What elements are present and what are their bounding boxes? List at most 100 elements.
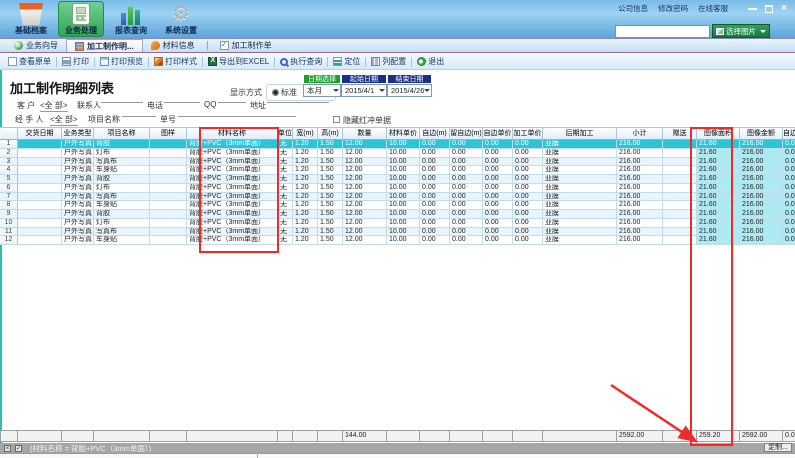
table-cell[interactable]: 216.00 xyxy=(617,158,663,167)
row-number[interactable]: 3 xyxy=(0,158,18,167)
table-cell[interactable]: 0.00 xyxy=(420,140,450,149)
table-cell[interactable]: 户外写真 xyxy=(62,166,94,175)
column-header[interactable]: 图像面积 xyxy=(697,127,740,140)
table-cell[interactable]: 无 xyxy=(278,236,293,245)
table-cell[interactable]: 0.00 xyxy=(513,228,543,237)
table-cell[interactable]: 0.00 xyxy=(783,149,795,158)
table-cell[interactable]: 背胶+PVC（3mm单面） xyxy=(187,175,278,184)
table-cell[interactable]: 亚膜 xyxy=(543,175,617,184)
table-cell[interactable]: 0.00 xyxy=(783,201,795,210)
table-cell[interactable]: 写真布 xyxy=(94,228,150,237)
table-row[interactable]: 1户外写真背胶背胶+PVC（3mm单面）无1.201.5012.0010.000… xyxy=(0,140,795,149)
table-cell[interactable]: 0.00 xyxy=(513,236,543,245)
row-number[interactable]: 1 xyxy=(0,140,18,149)
table-cell[interactable]: 无 xyxy=(278,140,293,149)
table-cell[interactable]: 10.00 xyxy=(387,193,420,202)
table-cell[interactable]: 216.00 xyxy=(617,193,663,202)
toolbar-button-search[interactable]: 执行查询 xyxy=(276,56,326,67)
table-cell[interactable]: 0.00 xyxy=(420,201,450,210)
table-cell[interactable] xyxy=(663,149,697,158)
table-cell[interactable]: 12.00 xyxy=(343,149,387,158)
table-cell[interactable]: 背胶+PVC（3mm单面） xyxy=(187,201,278,210)
table-cell[interactable]: 车身贴 xyxy=(94,166,150,175)
table-cell[interactable]: 0.00 xyxy=(450,140,483,149)
table-row[interactable]: 7户外写真写真布背胶+PVC（3mm单面）无1.201.5012.0010.00… xyxy=(0,193,795,202)
table-cell[interactable]: 1.50 xyxy=(318,219,343,228)
company-info-link[interactable]: 公司信息 xyxy=(618,3,648,14)
table-cell[interactable] xyxy=(150,140,187,149)
table-cell[interactable]: 户外写真 xyxy=(62,210,94,219)
table-cell[interactable]: 1.20 xyxy=(293,210,318,219)
table-cell[interactable]: 216.00 xyxy=(740,166,783,175)
table-cell[interactable]: 216.00 xyxy=(740,184,783,193)
toolbar-button-preview[interactable]: 打印预览 xyxy=(96,56,147,67)
table-cell[interactable]: 背胶 xyxy=(94,210,150,219)
table-cell[interactable]: 1.20 xyxy=(293,149,318,158)
table-row[interactable]: 2户外写真灯布背胶+PVC（3mm单面）无1.201.5012.0010.000… xyxy=(0,149,795,158)
table-cell[interactable] xyxy=(18,193,62,202)
table-cell[interactable]: 10.00 xyxy=(387,228,420,237)
table-cell[interactable]: 1.20 xyxy=(293,193,318,202)
table-cell[interactable]: 0.00 xyxy=(420,184,450,193)
table-cell[interactable]: 1.50 xyxy=(318,184,343,193)
table-cell[interactable]: 户外写真 xyxy=(62,201,94,210)
table-cell[interactable]: 10.00 xyxy=(387,175,420,184)
table-cell[interactable]: 0.00 xyxy=(420,210,450,219)
table-cell[interactable]: 0.00 xyxy=(483,219,513,228)
row-number[interactable]: 11 xyxy=(0,228,18,237)
table-row[interactable]: 11户外写真写真布背胶+PVC（3mm单面）无1.201.5012.0010.0… xyxy=(0,228,795,237)
table-row[interactable]: 9户外写真背胶背胶+PVC（3mm单面）无1.201.5012.0010.000… xyxy=(0,210,795,219)
table-cell[interactable] xyxy=(150,166,187,175)
hide-red-checkbox[interactable] xyxy=(333,116,340,123)
table-cell[interactable]: 216.00 xyxy=(617,236,663,245)
table-cell[interactable]: 12.00 xyxy=(343,201,387,210)
column-header[interactable]: 宽(m) xyxy=(293,127,318,140)
table-cell[interactable]: 户外写真 xyxy=(62,158,94,167)
table-cell[interactable]: 1.50 xyxy=(318,166,343,175)
table-cell[interactable]: 0.00 xyxy=(420,236,450,245)
tab-material-info[interactable]: 材料信息 xyxy=(143,39,203,52)
contact-input[interactable] xyxy=(101,94,143,103)
table-row[interactable]: 8户外写真车身贴背胶+PVC（3mm单面）无1.201.5012.0010.00… xyxy=(0,201,795,210)
table-cell[interactable]: 0.00 xyxy=(483,184,513,193)
table-cell[interactable]: 1.20 xyxy=(293,175,318,184)
table-cell[interactable] xyxy=(150,175,187,184)
table-cell[interactable]: 背胶 xyxy=(94,140,150,149)
table-cell[interactable]: 亚膜 xyxy=(543,149,617,158)
table-cell[interactable]: 背胶+PVC（3mm单面） xyxy=(187,184,278,193)
table-cell[interactable]: 户外写真 xyxy=(62,149,94,158)
table-cell[interactable] xyxy=(663,228,697,237)
table-cell[interactable]: 无 xyxy=(278,201,293,210)
table-cell[interactable]: 216.00 xyxy=(740,228,783,237)
table-cell[interactable]: 背胶+PVC（3mm单面） xyxy=(187,140,278,149)
table-cell[interactable] xyxy=(18,210,62,219)
table-cell[interactable]: 1.20 xyxy=(293,140,318,149)
table-cell[interactable]: 216.00 xyxy=(740,140,783,149)
table-cell[interactable]: 1.50 xyxy=(318,201,343,210)
table-cell[interactable] xyxy=(18,228,62,237)
table-cell[interactable]: 背胶+PVC（3mm单面） xyxy=(187,236,278,245)
table-cell[interactable]: 21.60 xyxy=(697,201,740,210)
phone-input[interactable] xyxy=(164,94,200,103)
nav-business-processing[interactable]: 业务处理 xyxy=(58,1,104,37)
table-cell[interactable]: 216.00 xyxy=(617,210,663,219)
column-header[interactable]: 单位 xyxy=(278,127,293,140)
table-cell[interactable] xyxy=(663,193,697,202)
table-cell[interactable]: 0.00 xyxy=(513,219,543,228)
row-number[interactable]: 4 xyxy=(0,166,18,175)
table-cell[interactable] xyxy=(18,219,62,228)
table-cell[interactable] xyxy=(663,166,697,175)
table-cell[interactable]: 户外写真 xyxy=(62,184,94,193)
table-cell[interactable] xyxy=(150,219,187,228)
table-cell[interactable]: 21.60 xyxy=(697,236,740,245)
column-header[interactable] xyxy=(0,127,18,140)
table-cell[interactable]: 10.00 xyxy=(387,166,420,175)
row-number[interactable]: 9 xyxy=(0,210,18,219)
table-cell[interactable]: 12.00 xyxy=(343,166,387,175)
table-cell[interactable]: 216.00 xyxy=(617,175,663,184)
row-number[interactable]: 6 xyxy=(0,184,18,193)
toolbar-button-print[interactable]: 打印 xyxy=(58,56,93,67)
table-cell[interactable]: 背胶+PVC（3mm单面） xyxy=(187,210,278,219)
table-cell[interactable]: 216.00 xyxy=(740,201,783,210)
toolbar-button-checkbox[interactable]: 查看原单 xyxy=(4,56,55,67)
